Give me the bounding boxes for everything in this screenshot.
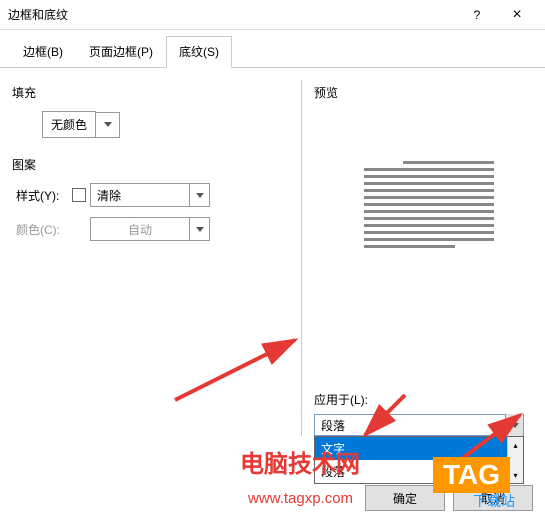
watermark-site-url: www.tagxp.com	[248, 490, 353, 507]
preview-line	[364, 196, 494, 199]
preview-box	[364, 161, 494, 248]
pattern-color-value: 自动	[97, 221, 183, 238]
apply-to-combo[interactable]: 段落	[314, 414, 524, 436]
apply-section: 应用于(L): 段落 文字 段落 ▴ ▾	[314, 391, 533, 436]
fill-color-button[interactable]: 无颜色	[42, 111, 96, 138]
apply-to-combo-arrow[interactable]	[505, 414, 523, 436]
scroll-down-icon[interactable]: ▾	[508, 467, 523, 483]
left-panel: 填充 无颜色 图案 样式(Y): 清除 颜色(C): 自动	[12, 80, 302, 436]
preview-line	[403, 161, 494, 164]
right-panel: 预览 应用于(L): 段落	[302, 80, 533, 436]
style-combo[interactable]: 清除	[90, 183, 190, 207]
chevron-down-icon	[196, 193, 204, 198]
preview-line	[364, 203, 494, 206]
preview-line	[364, 189, 494, 192]
tab-borders[interactable]: 边框(B)	[10, 36, 76, 67]
preview-line	[364, 210, 494, 213]
help-button[interactable]: ?	[457, 0, 497, 30]
style-combo-arrow[interactable]	[190, 183, 210, 207]
pattern-color-combo-arrow[interactable]	[190, 217, 210, 241]
chevron-down-icon	[511, 423, 519, 428]
preview-label: 预览	[314, 84, 533, 101]
pattern-section-label: 图案	[12, 156, 289, 173]
preview-line	[364, 217, 494, 220]
dropdown-option-paragraph[interactable]: 段落	[315, 460, 523, 483]
preview-line	[364, 224, 494, 227]
cancel-button[interactable]: 取消	[453, 485, 533, 511]
fill-section-label: 填充	[12, 84, 289, 101]
tab-page-border[interactable]: 页面边框(P)	[76, 36, 166, 67]
apply-to-value: 段落	[315, 417, 505, 434]
preview-line	[364, 245, 455, 248]
apply-to-label: 应用于(L):	[314, 391, 533, 408]
style-label: 样式(Y):	[16, 187, 72, 204]
preview-line	[364, 175, 494, 178]
titlebar: 边框和底纹 ? ×	[0, 0, 545, 30]
style-row: 样式(Y): 清除	[16, 183, 289, 207]
tab-bar: 边框(B) 页面边框(P) 底纹(S)	[0, 30, 545, 68]
dropdown-option-text[interactable]: 文字	[315, 437, 523, 460]
chevron-down-icon	[196, 227, 204, 232]
style-checkbox[interactable]	[72, 188, 86, 202]
tab-shading[interactable]: 底纹(S)	[166, 36, 232, 68]
fill-color-dropdown[interactable]	[96, 112, 120, 138]
fill-color-value: 无颜色	[51, 116, 87, 133]
scroll-up-icon[interactable]: ▴	[508, 437, 523, 453]
close-button[interactable]: ×	[497, 0, 537, 30]
preview-line	[364, 238, 494, 241]
style-value: 清除	[97, 187, 121, 204]
preview-line	[364, 231, 494, 234]
ok-button[interactable]: 确定	[365, 485, 445, 511]
dialog-buttons: 确定 取消	[365, 485, 533, 511]
chevron-down-icon	[104, 122, 112, 127]
dialog-title: 边框和底纹	[8, 6, 457, 23]
dropdown-scrollbar[interactable]: ▴ ▾	[507, 437, 523, 483]
pattern-color-label: 颜色(C):	[16, 221, 72, 238]
fill-color-row: 无颜色	[42, 111, 289, 138]
color-row: 颜色(C): 自动	[16, 217, 289, 241]
pattern-color-combo[interactable]: 自动	[90, 217, 190, 241]
apply-to-dropdown-list: 文字 段落 ▴ ▾	[314, 436, 524, 484]
preview-line	[364, 168, 494, 171]
content-area: 填充 无颜色 图案 样式(Y): 清除 颜色(C): 自动	[0, 68, 545, 448]
preview-line	[364, 182, 494, 185]
